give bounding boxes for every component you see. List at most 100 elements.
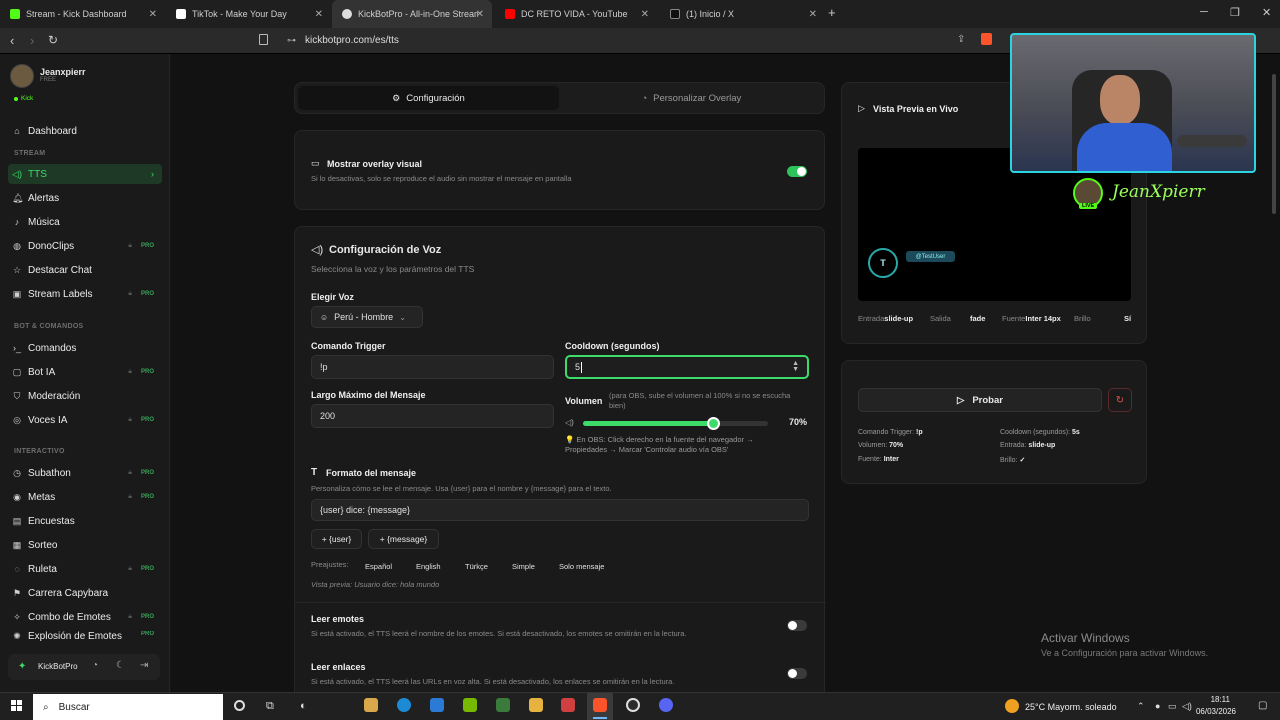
overlay-toggle[interactable] [787,166,807,177]
format-input[interactable]: {user} dice: {message} [311,499,809,521]
sidebar-item-ruleta[interactable]: ◌ Ruleta 🔒︎ PRO [8,559,162,579]
back-icon[interactable]: ‹ [10,33,14,48]
taskbar-active-app[interactable] [587,693,613,720]
section-interactive: INTERACTIVO [14,448,65,455]
notification-icon[interactable]: ▢ [1258,700,1267,711]
probar-button[interactable]: ▷ Probar [858,388,1102,412]
weather-icon [1005,699,1019,713]
url-field[interactable]: kickbotpro.com/es/tts [305,35,399,46]
cortana-icon[interactable] [234,700,245,711]
volume-tray-icon[interactable]: ◁) [1182,701,1192,712]
clock-time[interactable]: 18:11 [1200,695,1230,704]
volume-slider[interactable] [583,417,768,430]
logout-icon[interactable]: ⇥ [140,660,148,671]
taskbar-search[interactable]: ⌕ Buscar [33,694,223,720]
palette-icon: ◔ [641,93,648,103]
preset-english[interactable]: English [416,562,441,571]
preset-solo-mensaje[interactable]: Solo mensaje [559,562,604,571]
tab-personalizar-overlay[interactable]: ◔ Personalizar Overlay [561,86,822,110]
discord-icon[interactable] [659,698,673,712]
network-icon[interactable]: ▭ [1168,701,1177,712]
file-explorer-icon[interactable] [364,698,378,712]
mail-icon[interactable] [430,698,444,712]
clock-date[interactable]: 06/03/2026 [1194,707,1236,716]
sidebar-item-sorteo[interactable]: ▦ Sorteo [8,535,162,555]
browser-tab-active[interactable]: KickBotPro - All-in-One Streamin ✕ [332,0,492,28]
page-scrollbar[interactable] [1272,74,1276,214]
face-shape [1100,75,1140,125]
sidebar-item-comandos[interactable]: ›_ Comandos [8,338,162,358]
copilot-icon[interactable]: ◐ [300,700,307,712]
close-tab-icon[interactable]: ✕ [476,9,484,20]
minimize-icon[interactable]: ─ [1200,6,1208,18]
spinner-icon[interactable]: ▲ ▼ [792,360,799,373]
links-toggle[interactable] [787,668,807,679]
reset-button[interactable]: ↻ [1108,388,1132,412]
voice-select[interactable]: ☺ Perú - Hombre ⌄ [311,306,423,328]
cooldown-input[interactable]: 5 ▲ ▼ [565,355,809,379]
preset-simple[interactable]: Simple [512,562,535,571]
forward-icon[interactable]: › [30,33,34,48]
obs-icon[interactable] [626,698,640,712]
folder-icon[interactable] [529,698,543,712]
sidebar-item-voces-ia[interactable]: ◎ Voces IA 🔒︎ PRO [8,410,162,430]
volume-label: Volumen [565,396,603,406]
app-icon[interactable] [561,698,575,712]
nvidia-icon[interactable] [463,698,477,712]
avatar[interactable] [10,64,34,88]
volume-handle[interactable] [706,417,720,430]
bookmark-icon[interactable] [259,34,268,45]
activate-windows-sub: Ve a Configuración para activar Windows. [1041,648,1209,658]
sidebar-item-destacar-chat[interactable]: ☆ Destacar Chat [8,260,162,280]
new-tab-icon[interactable]: + [828,5,836,20]
sidebar-item-dashboard[interactable]: ⌂ Dashboard [8,121,162,141]
brave-shield-icon[interactable] [981,33,992,45]
close-tab-icon[interactable]: ✕ [641,9,649,20]
emotes-toggle[interactable] [787,620,807,631]
sidebar-item-donoclips[interactable]: ◍ DonoClips 🔒︎ PRO [8,236,162,256]
sidebar-item-encuestas[interactable]: ▤ Encuestas [8,511,162,531]
restore-icon[interactable]: ❐ [1230,6,1240,19]
preset-turkce[interactable]: Türkçe [465,562,488,571]
lock-icon: 🔒︎ [128,565,132,572]
app-icon[interactable] [496,698,510,712]
stat-brillo-value: Sí [1124,314,1132,323]
sidebar-item-subathon[interactable]: ◷ Subathon 🔒︎ PRO [8,463,162,483]
browser-tab[interactable]: TikTok - Make Your Day ✕ [166,0,331,28]
sidebar-item-metas[interactable]: ◉ Metas 🔒︎ PRO [8,487,162,507]
voice-subtitle: Selecciona la voz y los parámetros del T… [311,264,475,274]
edge-icon[interactable] [397,698,411,712]
browser-tab[interactable]: DC RETO VIDA - YouTube ✕ [495,0,657,28]
sidebar-item-stream-labels[interactable]: ▣ Stream Labels 🔒︎ PRO [8,284,162,304]
sidebar-item-carrera-capybara[interactable]: ⚑ Carrera Capybara [8,583,162,603]
close-tab-icon[interactable]: ✕ [149,9,157,20]
reload-icon[interactable]: ↻ [48,33,58,47]
trigger-input[interactable]: !p [311,355,554,379]
windows-start-icon[interactable] [11,700,22,711]
share-icon[interactable]: ⇪ [957,34,965,45]
insert-message-button[interactable]: + {message} [368,529,439,549]
sidebar-item-bot-ia[interactable]: ▢ Bot IA 🔒︎ PRO [8,362,162,382]
sidebar-item-tts[interactable]: ◁) TTS › [8,164,162,184]
sidebar-item-musica[interactable]: ♪ Música [8,212,162,232]
close-tab-icon[interactable]: ✕ [315,9,323,20]
preset-espanol[interactable]: Español [365,562,392,571]
sidebar-item-alertas[interactable]: 🔔︎ Alertas [8,188,162,208]
task-view-icon[interactable]: ⧉ [266,700,274,713]
close-tab-icon[interactable]: ✕ [809,9,817,20]
insert-user-button[interactable]: + {user} [311,529,362,549]
weather-text[interactable]: 25°C Mayorm. soleado [1025,702,1117,712]
sidebar-item-explosion-emotes[interactable]: ✺ Explosión de Emotes PRO [8,631,162,641]
moon-icon[interactable]: ☾ [116,660,125,671]
palette-icon[interactable]: ◔ [92,660,98,671]
tab-configuracion[interactable]: ⚙ Configuración [298,86,559,110]
sidebar-item-combo-emotes[interactable]: ✧ Combo de Emotes 🔒︎ PRO [8,607,162,627]
browser-tab[interactable]: (1) Inicio / X ✕ [660,0,825,28]
mic-tray-icon[interactable]: ● [1155,701,1160,711]
tray-chevron-icon[interactable]: ⌃ [1137,701,1145,712]
browser-tab[interactable]: Stream - Kick Dashboard ✕ [0,0,165,28]
maxlen-input[interactable]: 200 [311,404,554,428]
site-info-icon[interactable]: ⊶ [287,35,296,46]
close-window-icon[interactable]: ✕ [1262,6,1271,19]
sidebar-item-moderacion[interactable]: ⛉ Moderación [8,386,162,406]
